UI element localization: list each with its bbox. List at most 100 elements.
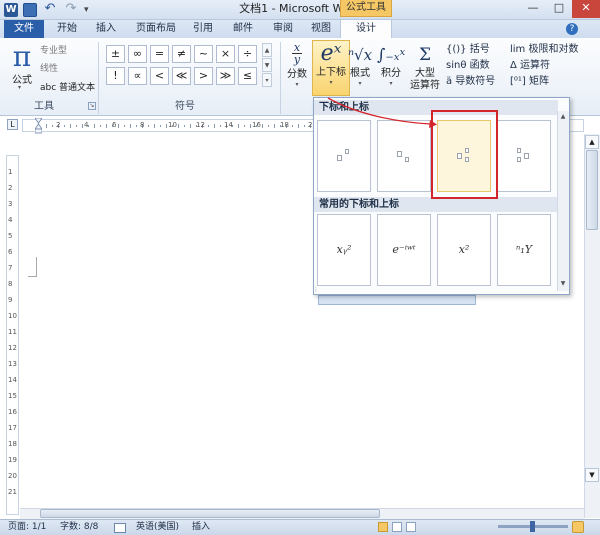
symbols-scroll-down-icon[interactable]: ▼ [262,58,272,72]
gallery-scroll-up-icon[interactable]: ▲ [558,112,568,122]
symbol-button[interactable]: ≫ [216,67,235,85]
vertical-ruler-number: 13 [8,360,17,368]
vertical-ruler-number: 4 [8,216,13,224]
gallery-formula-nuclide[interactable]: ⁿ₁Y [497,214,551,286]
ruler-tick [238,124,239,128]
ruler-number: 16 [252,121,261,129]
vertical-ruler-number: 9 [8,296,13,304]
ruler-number: 14 [224,121,233,129]
customize-quick-access-icon[interactable]: ▾ [84,3,94,17]
horizontal-scroll-thumb[interactable] [40,509,380,518]
redo-icon[interactable]: ↷ [64,2,78,17]
page-count[interactable]: 页面: 1/1 [8,521,46,534]
gallery-formula-e-power[interactable]: e⁻ⁱʷᵗ [377,214,431,286]
minimize-button[interactable]: — [520,0,546,18]
scroll-up-icon[interactable]: ▲ [585,135,599,149]
tab-design[interactable]: 设计 [340,19,392,38]
equation-placeholder-field[interactable] [318,295,476,305]
symbol-button[interactable]: = [150,45,169,63]
zoom-slider-knob[interactable] [530,521,535,532]
symbol-button[interactable]: × [216,45,235,63]
sigma-icon: Σ [418,45,432,65]
symbol-button[interactable]: ≤ [238,67,257,85]
help-icon[interactable]: ? [566,23,578,35]
print-layout-view-icon[interactable] [378,522,388,532]
vertical-ruler-number: 3 [8,200,13,208]
scroll-down-icon[interactable]: ▼ [585,468,599,482]
symbols-group-label: 符号 [175,101,195,112]
gallery-scroll-down-icon[interactable]: ▼ [558,279,568,289]
ruler-tick [82,124,83,128]
tab-selector[interactable]: L [7,119,18,130]
symbol-button[interactable]: ± [106,45,125,63]
full-screen-view-icon[interactable] [392,522,402,532]
vertical-scroll-thumb[interactable] [586,150,598,230]
proofing-icon[interactable] [114,523,126,533]
radical-button[interactable]: ⁿ√x 根式 ▾ [346,42,374,96]
symbols-more-icon[interactable]: ▾ [262,73,272,87]
word-app-icon[interactable]: W [4,3,18,17]
accent-button[interactable]: ä 导数符号 [446,75,495,89]
bracket-button[interactable]: {()} 括号 [446,43,490,57]
tab-view[interactable]: 视图 [306,20,336,38]
symbol-button[interactable]: < [150,67,169,85]
matrix-button[interactable]: [⁰¹] 矩阵 [510,75,549,89]
indent-marker-icon[interactable] [35,118,42,134]
tab-insert[interactable]: 插入 [91,20,121,38]
script-button[interactable]: eˣ 上下标 ▾ [312,40,350,96]
tab-home[interactable]: 开始 [52,20,82,38]
base-box [524,153,529,159]
tab-page-layout[interactable]: 页面布局 [131,20,181,38]
zoom-in-icon[interactable] [572,521,584,533]
integral-button[interactable]: ∫₋ₓˣ 积分 ▾ [377,42,405,96]
ruler-tick [250,124,251,128]
ruler-tick [118,124,119,128]
symbol-button[interactable]: ÷ [238,45,257,63]
vertical-ruler-number: 11 [8,328,17,336]
vertical-ruler-number: 5 [8,232,13,240]
language-status[interactable]: 英语(美国) [136,521,179,534]
vertical-ruler-number: 2 [8,184,13,192]
equation-dropdown-arrow-icon[interactable]: ▾ [18,84,26,91]
vertical-ruler-number: 16 [8,408,17,416]
gallery-formula-x-sub-y-squared[interactable]: xᵧ² [317,214,371,286]
large-operator-button[interactable]: Σ 大型 运算符 [408,42,442,96]
operator-button[interactable]: Δ 运算符 [510,59,550,73]
close-button[interactable]: ✕ [572,0,600,18]
script-icon: eˣ [320,41,342,66]
insert-mode-status[interactable]: 插入 [192,521,210,534]
symbols-scroll-up-icon[interactable]: ▲ [262,43,272,57]
symbol-button[interactable]: ≪ [172,67,191,85]
web-layout-view-icon[interactable] [406,522,416,532]
ruler-tick [64,125,65,127]
tab-references[interactable]: 引用 [188,20,218,38]
word-count[interactable]: 字数: 8/8 [60,521,98,534]
symbol-button[interactable]: ≠ [172,45,191,63]
maximize-button[interactable]: □ [546,0,572,18]
gallery-item-left-subsuperscript[interactable] [497,120,551,192]
gallery-scrollbar[interactable] [557,111,569,291]
linear-format-button[interactable]: 线性 [40,62,58,76]
tab-mailings[interactable]: 邮件 [228,20,258,38]
limit-log-button[interactable]: lim 极限和对数 [510,43,578,57]
equation-pi-icon[interactable]: π [10,43,34,71]
symbol-button[interactable]: ∝ [128,67,147,85]
fraction-button[interactable]: x y 分数 ▾ [284,42,310,96]
ruler-tick [208,125,209,127]
save-icon[interactable] [23,3,37,17]
gallery-formula-x-squared[interactable]: x² [437,214,491,286]
tab-file[interactable]: 文件 [4,20,44,38]
ruler-number: 8 [140,121,145,129]
symbol-button[interactable]: ~ [194,45,213,63]
professional-format-button[interactable]: 专业型 [40,44,67,58]
symbol-button[interactable]: > [194,67,213,85]
tools-dialog-launcher-icon[interactable]: ↘ [88,102,96,110]
function-button[interactable]: sinθ 函数 [446,59,490,73]
annotation-highlight-box [431,110,498,199]
symbol-button[interactable]: ∞ [128,45,147,63]
symbol-button[interactable]: ! [106,67,125,85]
undo-icon[interactable]: ↶ [41,2,59,17]
tab-review[interactable]: 审阅 [268,20,298,38]
normal-text-button[interactable]: abc 普通文本 [40,81,95,95]
resize-grip-icon[interactable]: ⋮ [313,286,321,294]
